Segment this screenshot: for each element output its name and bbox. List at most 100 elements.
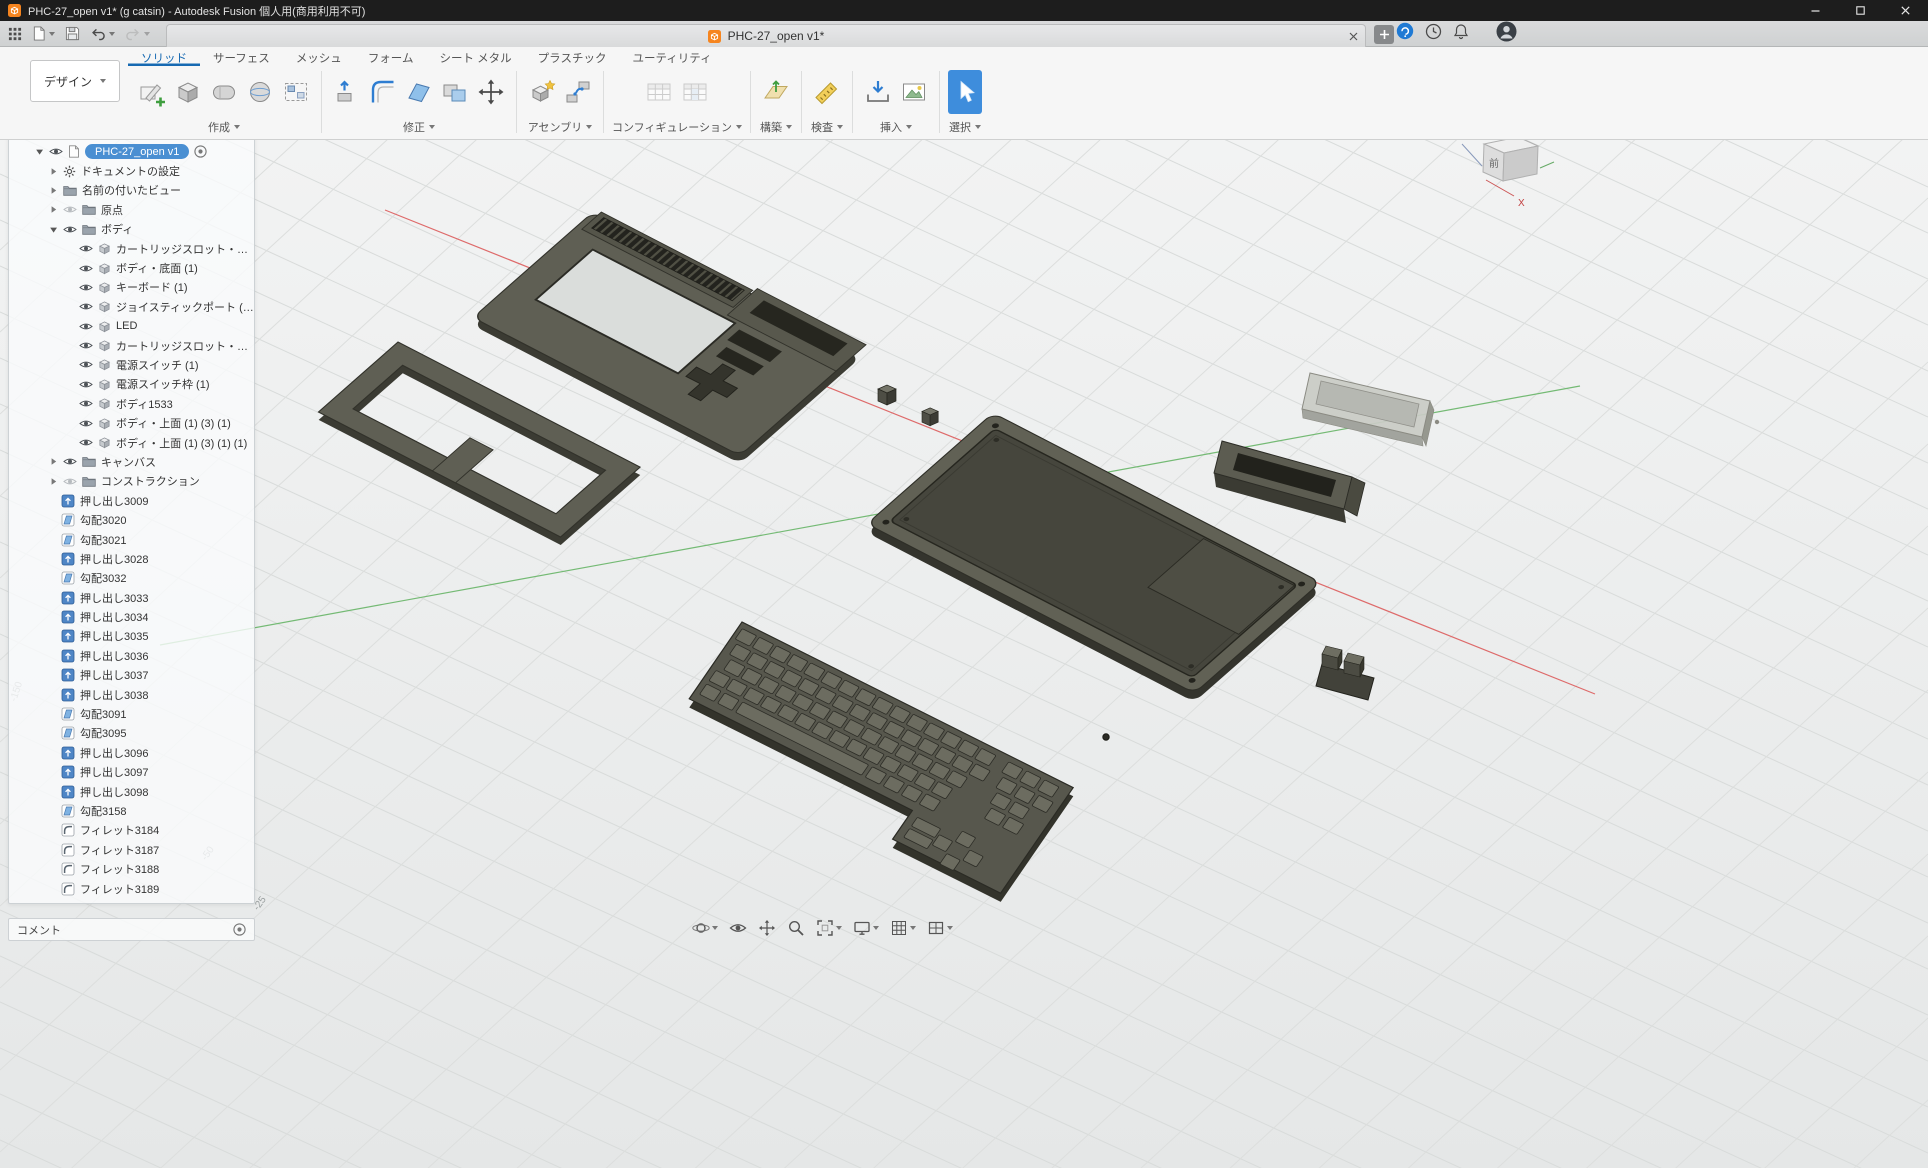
new-tab-button[interactable]: [1374, 25, 1394, 44]
body-item[interactable]: ボディ・上面 (1) (3) (1): [9, 413, 254, 432]
fillet-button[interactable]: [366, 70, 400, 114]
ribbon-group-dropdown[interactable]: 修正: [403, 117, 435, 137]
eye-icon[interactable]: [79, 301, 93, 312]
eye-icon[interactable]: [63, 456, 77, 467]
new-component-button[interactable]: [525, 70, 559, 114]
browser-node[interactable]: 名前の付いたビュー: [9, 181, 254, 200]
ribbon-tab-5[interactable]: プラスチック: [525, 47, 620, 66]
eye-icon[interactable]: [63, 224, 77, 235]
redo-button[interactable]: [125, 27, 150, 41]
browser-node[interactable]: ドキュメントの設定: [9, 161, 254, 180]
radio-icon[interactable]: [194, 145, 207, 158]
ribbon-group-dropdown[interactable]: 挿入: [880, 117, 912, 137]
body-item[interactable]: 電源スイッチ (1): [9, 355, 254, 374]
comment-bar[interactable]: コメント: [8, 918, 255, 941]
notifications-button[interactable]: [1453, 23, 1469, 45]
feature-item[interactable]: 押し出し3009: [9, 491, 254, 510]
feature-item[interactable]: 押し出し3098: [9, 782, 254, 801]
combine-button[interactable]: [438, 70, 472, 114]
body-item[interactable]: ボディ・上面 (1) (3) (1) (1): [9, 433, 254, 452]
ribbon-group-dropdown[interactable]: 検査: [811, 117, 843, 137]
document-tab[interactable]: PHC-27_open v1*: [166, 24, 1366, 47]
browser-node[interactable]: キャンバス: [9, 452, 254, 471]
tri-right-icon[interactable]: [49, 205, 58, 214]
eye-icon[interactable]: [79, 418, 93, 429]
feature-item[interactable]: 勾配3020: [9, 510, 254, 529]
construct-plane-button[interactable]: [759, 70, 793, 114]
feature-item[interactable]: 勾配3032: [9, 569, 254, 588]
grid-settings-button[interactable]: [886, 916, 920, 940]
body-item[interactable]: キーボード (1): [9, 278, 254, 297]
tri-right-icon[interactable]: [49, 167, 58, 176]
insert-button[interactable]: [861, 70, 895, 114]
ribbon-tab-3[interactable]: フォーム: [355, 47, 427, 66]
ribbon-group-dropdown[interactable]: 作成: [208, 117, 240, 137]
body-item[interactable]: ボディ・底面 (1): [9, 258, 254, 277]
eye-icon[interactable]: [79, 379, 93, 390]
eye-icon[interactable]: [79, 359, 93, 370]
browser-node[interactable]: コンストラクション: [9, 472, 254, 491]
eye-icon[interactable]: [79, 437, 93, 448]
zoom-button[interactable]: [783, 916, 809, 940]
feature-item[interactable]: フィレット3189: [9, 879, 254, 898]
body-item[interactable]: ボディ1533: [9, 394, 254, 413]
ribbon-tab-4[interactable]: シート メタル: [426, 47, 524, 66]
file-menu-button[interactable]: [32, 26, 55, 41]
tri-right-icon[interactable]: [49, 457, 58, 466]
eye-icon[interactable]: [79, 263, 93, 274]
body-item[interactable]: 電源スイッチ枠 (1): [9, 375, 254, 394]
eye-icon[interactable]: [79, 282, 93, 293]
browser-root-item[interactable]: PHC-27_open v1: [9, 142, 254, 161]
browser-node[interactable]: ボディ: [9, 220, 254, 239]
eye-off-icon[interactable]: [63, 204, 77, 215]
eye-icon[interactable]: [49, 146, 63, 157]
ribbon-group-dropdown[interactable]: 選択: [949, 117, 981, 137]
feature-item[interactable]: 押し出し3038: [9, 685, 254, 704]
ribbon-group-dropdown[interactable]: アセンブリ: [528, 117, 592, 137]
orbit-button[interactable]: [688, 916, 722, 940]
feature-item[interactable]: 勾配3091: [9, 704, 254, 723]
pattern-button[interactable]: [279, 70, 313, 114]
feature-item[interactable]: 押し出し3036: [9, 646, 254, 665]
body-item[interactable]: ジョイスティックポート (1) (1): [9, 297, 254, 316]
tri-open-icon[interactable]: [49, 225, 58, 234]
ribbon-tab-0[interactable]: ソリッド: [128, 47, 200, 66]
eye-icon[interactable]: [79, 321, 93, 332]
power-switch-frame[interactable]: [922, 408, 938, 426]
feature-item[interactable]: 押し出し3096: [9, 743, 254, 762]
ribbon-tab-6[interactable]: ユーティリティ: [619, 47, 724, 66]
sketch-create-button[interactable]: [135, 70, 169, 114]
app-menu-button[interactable]: [8, 27, 22, 41]
tri-open-icon[interactable]: [35, 147, 44, 156]
tri-right-icon[interactable]: [49, 477, 58, 486]
feature-item[interactable]: 勾配3158: [9, 801, 254, 820]
led-body[interactable]: [1103, 734, 1109, 740]
help-button[interactable]: [1396, 22, 1414, 45]
pan-button[interactable]: [754, 916, 780, 940]
feature-item[interactable]: 押し出し3037: [9, 666, 254, 685]
feature-item[interactable]: 押し出し3097: [9, 763, 254, 782]
tri-right-icon[interactable]: [49, 186, 58, 195]
ribbon-group-dropdown[interactable]: 構築: [760, 117, 792, 137]
measure-button[interactable]: [810, 70, 844, 114]
ribbon-tab-1[interactable]: サーフェス: [200, 47, 283, 66]
feature-item[interactable]: 押し出し3028: [9, 549, 254, 568]
browser-node[interactable]: 原点: [9, 200, 254, 219]
sphere-primitive-button[interactable]: [243, 70, 277, 114]
press-pull-button[interactable]: [330, 70, 364, 114]
feature-item[interactable]: フィレット3188: [9, 859, 254, 878]
canvas-insert-button[interactable]: [897, 70, 931, 114]
ribbon-tab-2[interactable]: メッシュ: [283, 47, 355, 66]
minimize-button[interactable]: [1793, 0, 1838, 21]
body-item[interactable]: カートリッジスロット・フレーム: [9, 336, 254, 355]
viewport-3d[interactable]: -150-50-25: [0, 140, 1928, 1168]
box-primitive-button[interactable]: [171, 70, 205, 114]
profile-button[interactable]: [1496, 21, 1517, 47]
feature-item[interactable]: 押し出し3033: [9, 588, 254, 607]
feature-item[interactable]: 押し出し3035: [9, 627, 254, 646]
shell-button[interactable]: [402, 70, 436, 114]
feature-item[interactable]: 勾配3021: [9, 530, 254, 549]
job-status-button[interactable]: [1425, 23, 1442, 45]
save-button[interactable]: [65, 26, 80, 41]
ribbon-group-dropdown[interactable]: コンフィギュレーション: [612, 117, 742, 137]
